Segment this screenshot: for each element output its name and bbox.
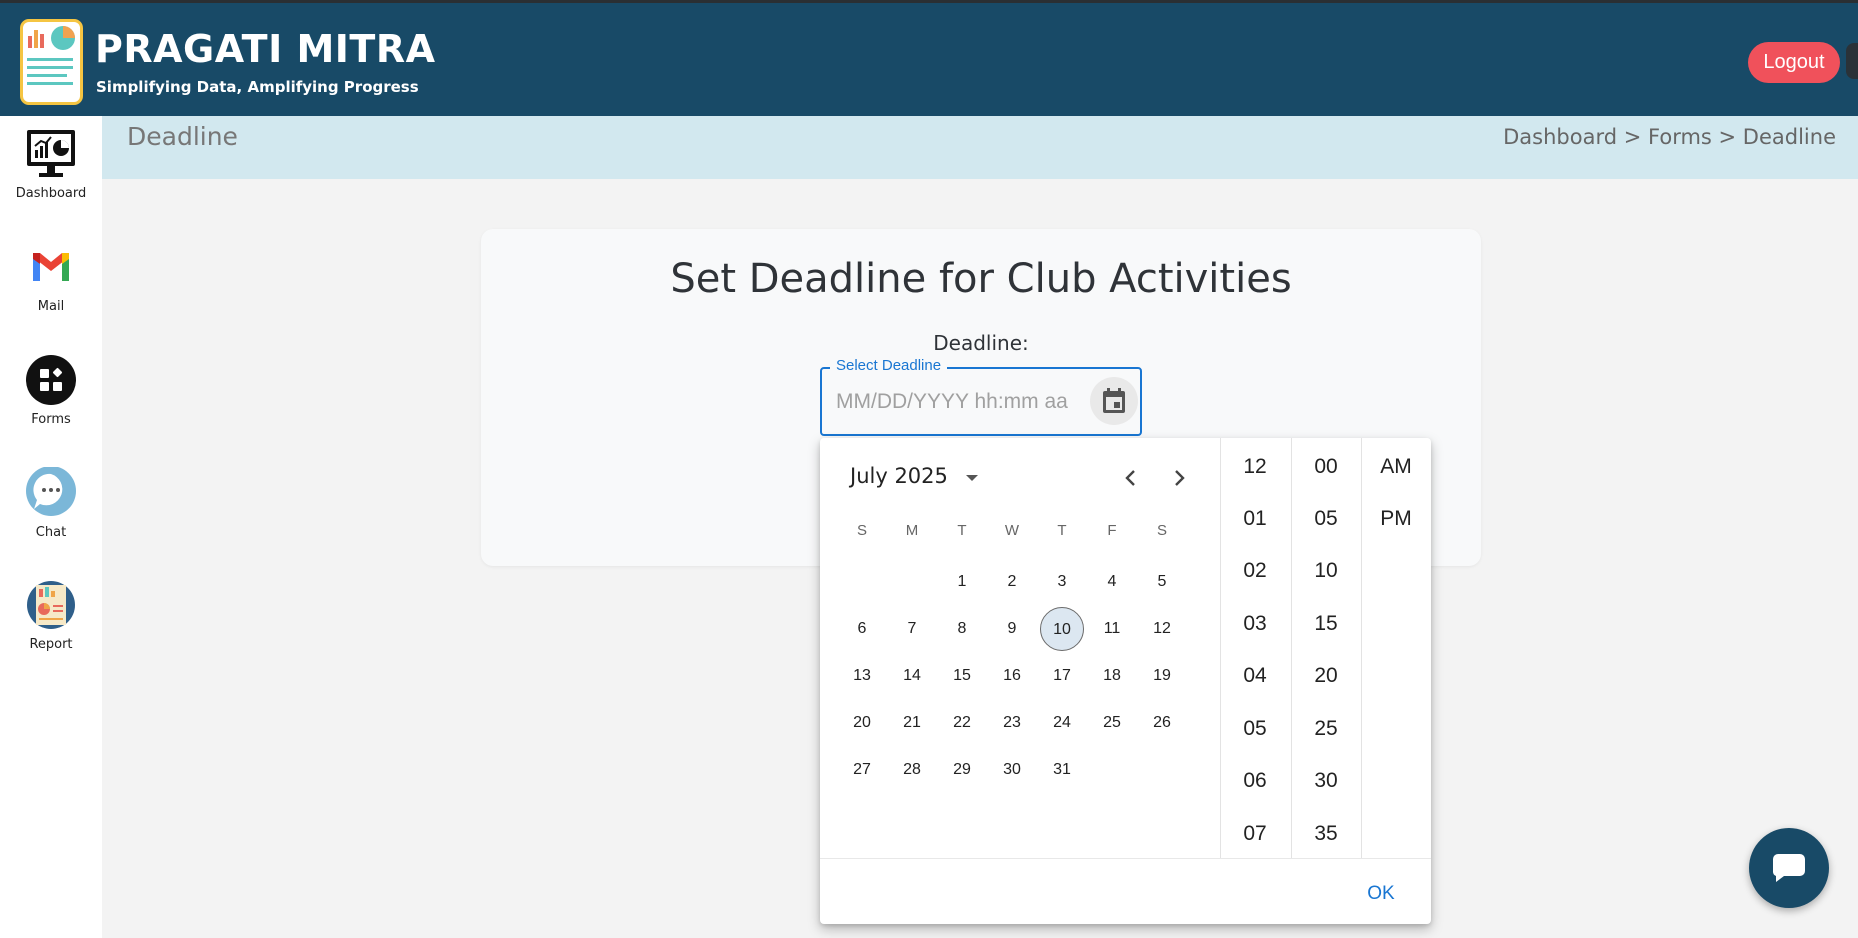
minute-option[interactable]: 00: [1296, 455, 1356, 479]
sidebar: Dashboard Mail Forms Chat Report: [0, 116, 102, 938]
field-legend: Select Deadline: [830, 357, 948, 374]
day-cell[interactable]: 12: [1140, 607, 1184, 651]
day-cell[interactable]: 4: [1090, 560, 1134, 604]
page-title: Deadline: [127, 122, 238, 151]
day-cell[interactable]: 2: [990, 560, 1034, 604]
hour-option[interactable]: 06: [1225, 769, 1285, 793]
weekday-label: W: [1004, 522, 1020, 539]
hour-option[interactable]: 02: [1225, 559, 1285, 583]
column-divider: [1220, 438, 1221, 858]
sidebar-item-label: Forms: [31, 412, 71, 427]
minute-option[interactable]: 20: [1296, 664, 1356, 688]
app-logo: [20, 19, 83, 105]
sidebar-item-forms[interactable]: Forms: [0, 354, 102, 427]
chat-bubble-icon: [25, 467, 77, 519]
weekday-label: T: [1057, 522, 1067, 539]
day-cell[interactable]: 26: [1140, 701, 1184, 745]
weekday-label: S: [1156, 522, 1167, 539]
deadline-input[interactable]: [836, 389, 1086, 415]
logo-chart-icon: [27, 26, 75, 85]
edge-tab: [1846, 43, 1858, 79]
day-cell[interactable]: 21: [890, 701, 934, 745]
day-cell[interactable]: 14: [890, 654, 934, 698]
meridiem-option[interactable]: AM: [1366, 455, 1426, 479]
month-year-label[interactable]: July 2025: [850, 464, 948, 488]
day-cell[interactable]: 20: [840, 701, 884, 745]
hour-option[interactable]: 07: [1225, 822, 1285, 846]
chevron-left-icon[interactable]: [1116, 464, 1144, 492]
day-cell[interactable]: 23: [990, 701, 1034, 745]
day-cell[interactable]: 16: [990, 654, 1034, 698]
minute-option[interactable]: 05: [1296, 507, 1356, 531]
column-divider: [1361, 438, 1362, 858]
meridiem-option[interactable]: PM: [1366, 507, 1426, 531]
weekday-label: S: [856, 522, 867, 539]
sidebar-item-label: Chat: [35, 525, 67, 540]
day-cell[interactable]: 1: [940, 560, 984, 604]
day-cell[interactable]: 9: [990, 607, 1034, 651]
page-header: Deadline Dashboard > Forms > Deadline: [102, 116, 1858, 179]
hour-option[interactable]: 05: [1225, 717, 1285, 741]
day-cell[interactable]: 27: [840, 748, 884, 792]
day-cell[interactable]: 8: [940, 607, 984, 651]
day-cell[interactable]: 3: [1040, 560, 1084, 604]
minute-option[interactable]: 25: [1296, 717, 1356, 741]
column-divider: [1291, 438, 1292, 858]
minute-option[interactable]: 10: [1296, 559, 1356, 583]
hour-option[interactable]: 04: [1225, 664, 1285, 688]
card-title: Set Deadline for Club Activities: [670, 256, 1292, 302]
minute-option[interactable]: 30: [1296, 769, 1356, 793]
report-icon: [25, 579, 77, 631]
sidebar-item-label: Dashboard: [15, 186, 87, 201]
day-cell[interactable]: 29: [940, 748, 984, 792]
sidebar-item-chat[interactable]: Chat: [0, 467, 102, 540]
day-cell[interactable]: 28: [890, 748, 934, 792]
day-cell[interactable]: 13: [840, 654, 884, 698]
day-cell[interactable]: 15: [940, 654, 984, 698]
hour-option[interactable]: 01: [1225, 507, 1285, 531]
sidebar-item-label: Mail: [37, 299, 65, 314]
deadline-label: Deadline:: [933, 331, 1029, 355]
day-cell[interactable]: 7: [890, 607, 934, 651]
day-cell[interactable]: 6: [840, 607, 884, 651]
brand-title: PRAGATI MITRA: [95, 27, 436, 71]
day-cell[interactable]: 18: [1090, 654, 1134, 698]
logout-button[interactable]: Logout: [1748, 42, 1840, 83]
minute-option[interactable]: 15: [1296, 612, 1356, 636]
day-cell[interactable]: 19: [1140, 654, 1184, 698]
brand-subtitle: Simplifying Data, Amplifying Progress: [96, 78, 419, 96]
day-cell[interactable]: 24: [1040, 701, 1084, 745]
day-cell[interactable]: 22: [940, 701, 984, 745]
action-divider: [820, 858, 1431, 859]
gmail-icon: [25, 241, 77, 293]
sidebar-item-mail[interactable]: Mail: [0, 241, 102, 314]
day-cell[interactable]: 5: [1140, 560, 1184, 604]
minute-option[interactable]: 35: [1296, 822, 1356, 846]
day-cell[interactable]: 25: [1090, 701, 1134, 745]
chevron-right-icon[interactable]: [1166, 464, 1194, 492]
calendar-icon[interactable]: [1090, 377, 1138, 425]
top-header: PRAGATI MITRA Simplifying Data, Amplifyi…: [0, 0, 1858, 116]
hour-option[interactable]: 12: [1225, 455, 1285, 479]
day-cell[interactable]: 31: [1040, 748, 1084, 792]
ok-button[interactable]: OK: [1356, 879, 1406, 909]
day-cell[interactable]: 11: [1090, 607, 1134, 651]
chat-fab[interactable]: [1749, 828, 1829, 908]
weekday-label: F: [1107, 522, 1117, 539]
caret-down-icon[interactable]: [960, 466, 984, 490]
monitor-chart-icon: [25, 128, 77, 180]
day-today[interactable]: 10: [1040, 607, 1084, 651]
day-cell[interactable]: 17: [1040, 654, 1084, 698]
sidebar-item-dashboard[interactable]: Dashboard: [0, 128, 102, 201]
forms-icon: [25, 354, 77, 406]
hour-option[interactable]: 03: [1225, 612, 1285, 636]
sidebar-item-report[interactable]: Report: [0, 579, 102, 652]
day-cell[interactable]: 30: [990, 748, 1034, 792]
breadcrumb: Dashboard > Forms > Deadline: [1503, 125, 1836, 149]
message-icon: [1772, 854, 1805, 882]
weekday-label: T: [957, 522, 967, 539]
sidebar-item-label: Report: [29, 637, 73, 652]
datetime-picker: July 2025 OK S M T W T F S 1 2 3 4 5 6 7 8 9 10 11 12 13 14 1…: [820, 438, 1431, 924]
weekday-label: M: [905, 522, 919, 539]
